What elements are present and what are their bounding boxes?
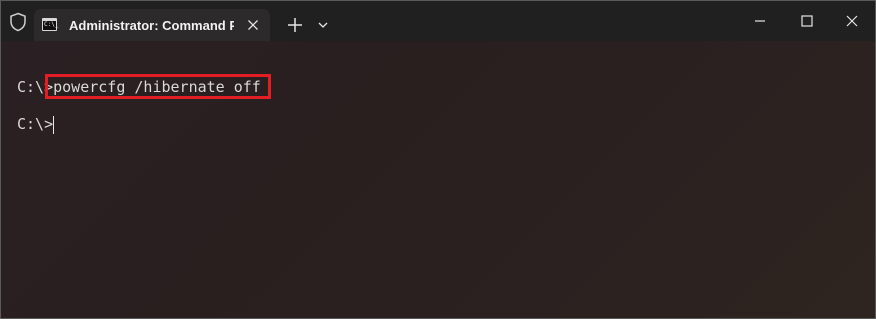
- new-tab-button[interactable]: [284, 14, 306, 36]
- tab-title: Administrator: Command Prompt: [69, 18, 234, 33]
- terminal-window: C:\_ Administrator: Command Prompt: [0, 0, 876, 319]
- plus-icon: [288, 18, 302, 32]
- terminal-icon: C:\_: [42, 18, 58, 31]
- prompt-text: C:\>: [17, 115, 54, 133]
- text-cursor: [53, 116, 54, 134]
- command-highlight-box: [45, 74, 271, 99]
- maximize-icon: [801, 15, 813, 27]
- terminal-content[interactable]: C:\>powercfg /hibernate off C:\>: [1, 41, 875, 318]
- title-bar: C:\_ Administrator: Command Prompt: [1, 1, 875, 41]
- minimize-button[interactable]: [737, 1, 783, 41]
- tab-command-prompt[interactable]: C:\_ Administrator: Command Prompt: [34, 9, 270, 41]
- shield-icon: [9, 12, 27, 32]
- window-close-button[interactable]: [829, 1, 875, 41]
- terminal-line: C:\>: [17, 114, 53, 134]
- close-icon[interactable]: [245, 17, 261, 33]
- tab-dropdown-button[interactable]: [314, 17, 332, 33]
- maximize-button[interactable]: [784, 1, 830, 41]
- minimize-icon: [755, 20, 765, 22]
- chevron-down-icon: [318, 22, 328, 28]
- window-close-icon: [846, 15, 858, 27]
